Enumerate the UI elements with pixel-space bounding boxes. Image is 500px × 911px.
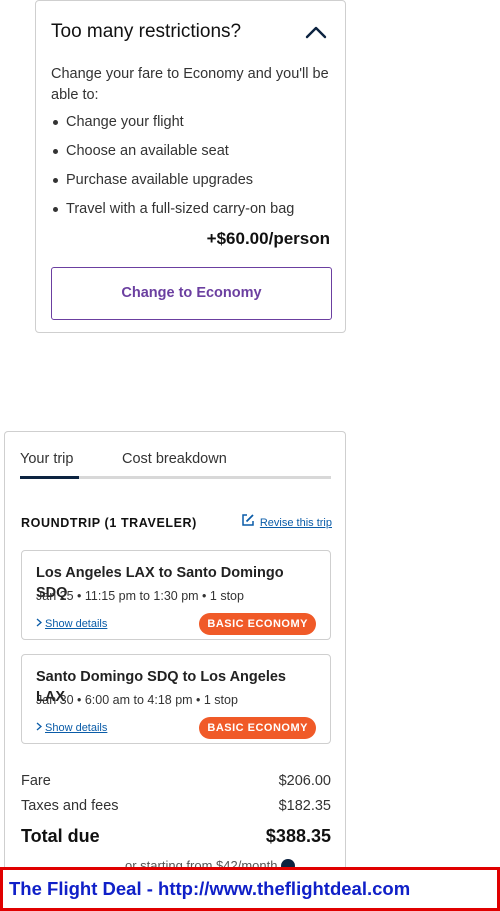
flight-route: Los Angeles LAX to Santo Domingo SDQ	[36, 565, 284, 601]
watermark-banner: The Flight Deal - http://www.theflightde…	[0, 867, 500, 911]
taxes-value: $182.35	[278, 798, 331, 814]
flight-card-return: Santo Domingo SDQ to Los Angeles LAX Jan…	[21, 654, 331, 744]
flight-route: Santo Domingo SDQ to Los Angeles LAX	[36, 669, 286, 705]
show-details-label: Show details	[45, 618, 108, 630]
flight-times: Jan 30 • 6:00 am to 4:18 pm • 1 stop	[36, 693, 238, 707]
fare-class-badge: BASIC ECONOMY	[199, 613, 316, 635]
show-details-link[interactable]: Show details	[36, 722, 107, 734]
total-label: Total due	[21, 826, 100, 846]
restrictions-card: Too many restrictions? Change your fare …	[35, 0, 346, 333]
taxes-label: Taxes and fees	[21, 798, 119, 814]
upgrade-price: +$60.00/person	[206, 229, 330, 248]
trip-summary-panel: Your trip Cost breakdown ROUNDTRIP (1 TR…	[4, 431, 346, 911]
show-details-link[interactable]: Show details	[36, 618, 107, 630]
fare-label: Fare	[21, 773, 51, 789]
flight-times: Jan 25 • 11:15 pm to 1:30 pm • 1 stop	[36, 589, 244, 603]
fare-value: $206.00	[278, 773, 331, 789]
roundtrip-header: ROUNDTRIP (1 TRAVELER) Revise this trip	[21, 513, 332, 532]
flight-card-outbound: Los Angeles LAX to Santo Domingo SDQ Jan…	[21, 550, 331, 640]
fare-class-badge: BASIC ECONOMY	[199, 717, 316, 739]
benefit-item: Change your flight	[51, 108, 330, 137]
trip-tabs: Your trip Cost breakdown	[20, 449, 331, 479]
chevron-up-icon[interactable]	[302, 22, 330, 42]
fare-row: Fare $206.00	[21, 773, 331, 789]
show-details-label: Show details	[45, 722, 108, 734]
restrictions-title: Too many restrictions?	[51, 21, 242, 42]
tab-cost-breakdown[interactable]: Cost breakdown	[122, 449, 227, 477]
chevron-right-icon	[36, 722, 42, 734]
chevron-right-icon	[36, 618, 42, 630]
active-tab-indicator	[20, 476, 79, 479]
benefits-list: Change your flight Choose an available s…	[51, 108, 330, 224]
roundtrip-label: ROUNDTRIP (1 TRAVELER)	[21, 515, 197, 530]
benefit-item: Purchase available upgrades	[51, 166, 330, 195]
revise-trip-label: Revise this trip	[259, 516, 332, 529]
benefit-item: Travel with a full-sized carry-on bag	[51, 195, 330, 224]
restrictions-header[interactable]: Too many restrictions?	[51, 19, 330, 45]
revise-trip-link[interactable]: Revise this trip	[241, 513, 332, 532]
tab-your-trip[interactable]: Your trip	[20, 449, 79, 477]
change-to-economy-button[interactable]: Change to Economy	[51, 267, 332, 320]
total-row: Total due $388.35	[21, 826, 331, 847]
taxes-row: Taxes and fees $182.35	[21, 798, 331, 814]
total-value: $388.35	[265, 826, 331, 846]
benefit-item: Choose an available seat	[51, 137, 330, 166]
restrictions-description: Change your fare to Economy and you'll b…	[51, 66, 329, 103]
edit-icon	[241, 513, 255, 532]
